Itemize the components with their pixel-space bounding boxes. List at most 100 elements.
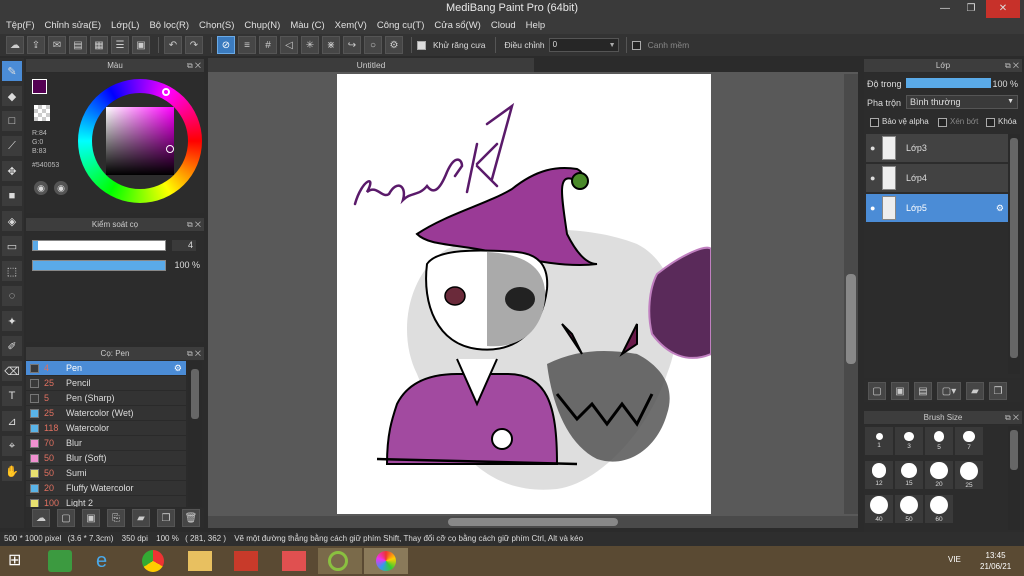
hue-handle[interactable] [162, 88, 170, 96]
brush-item-pen[interactable]: 4 Pen ⚙ [26, 361, 186, 376]
grid-icon[interactable]: ▣ [132, 36, 150, 54]
layer-opacity-slider[interactable] [906, 78, 991, 88]
brush-item-blur[interactable]: 70 Blur [26, 436, 186, 451]
brush-item-pen-sharp[interactable]: 5 Pen (Sharp) [26, 391, 186, 406]
brush-list-scrollbar[interactable] [188, 361, 202, 507]
folder-icon[interactable]: ▰ [132, 509, 150, 527]
radial-line-icon[interactable]: ⋇ [322, 36, 340, 54]
trash-icon[interactable]: 🗑 [182, 509, 200, 527]
document-tab[interactable]: Untitled [208, 58, 534, 72]
panel-close-icon[interactable]: ⧉ ✕ [187, 347, 201, 360]
new-halftone-layer-icon[interactable]: ▣ [891, 382, 909, 400]
language-indicator[interactable]: VIE [948, 555, 961, 564]
curve-snap-icon[interactable]: ↪ [343, 36, 361, 54]
visibility-icon[interactable]: ● [870, 173, 875, 183]
menu-cloud[interactable]: Cloud [489, 18, 524, 34]
brush-size-option[interactable]: 3 [895, 427, 923, 455]
brush-item-pencil[interactable]: 25 Pencil [26, 376, 186, 391]
ie-icon[interactable]: e [96, 550, 120, 572]
menu-color[interactable]: Màu (C) [288, 18, 332, 34]
lasso-icon[interactable]: ◌ [2, 286, 22, 306]
clock[interactable]: 13:45 21/06/21 [980, 550, 1011, 572]
redo-icon[interactable]: ↷ [185, 36, 203, 54]
scroll-thumb[interactable] [846, 274, 856, 364]
brush-size-option[interactable]: 15 [895, 461, 923, 489]
brush-item-blur-soft[interactable]: 50 Blur (Soft) [26, 451, 186, 466]
menu-file[interactable]: Tệp(F) [4, 18, 43, 34]
app-icon-grid[interactable] [282, 551, 306, 571]
gradient-tool-icon[interactable]: ▭ [2, 236, 22, 256]
brush-tool-icon[interactable]: ✎ [2, 61, 22, 81]
add-layer-menu-icon[interactable]: ▢▾ [937, 382, 961, 400]
primary-color-swatch[interactable] [32, 79, 47, 94]
bucket-tool-icon[interactable]: ◈ [2, 211, 22, 231]
menu-edit[interactable]: Chỉnh sửa(E) [43, 18, 110, 34]
brush-item-watercolor-wet[interactable]: 25 Watercolor (Wet) [26, 406, 186, 421]
layer-item-lop3[interactable]: ● Lớp3 [866, 134, 1008, 162]
transparent-swatch[interactable] [34, 105, 50, 121]
close-button[interactable]: ✕ [986, 0, 1020, 18]
brush-size-scrollbar[interactable] [1008, 426, 1020, 530]
scroll-thumb[interactable] [1010, 138, 1018, 358]
medibang-taskbar-icon[interactable] [364, 548, 408, 574]
duplicate-icon[interactable]: ❐ [157, 509, 175, 527]
brush-size-slider[interactable] [32, 240, 166, 251]
brush-size-option[interactable]: 25 [955, 461, 983, 489]
brush-size-option[interactable]: 12 [865, 461, 893, 489]
hue-wheel[interactable] [78, 79, 202, 203]
new-layer-icon[interactable]: ▢ [868, 382, 886, 400]
menu-filter[interactable]: Bộ lọc(R) [147, 18, 197, 34]
palette-add-icon[interactable]: ◉ [54, 181, 68, 195]
select-eraser-icon[interactable]: ⌫ [2, 361, 22, 381]
clipping-checkbox[interactable] [938, 118, 947, 127]
brush-item-fluffy-watercolor[interactable]: 20 Fluffy Watercolor [26, 481, 186, 496]
eyedropper-icon[interactable]: ⌖ [2, 436, 22, 456]
eraser-tool-icon[interactable]: ◆ [2, 86, 22, 106]
layer-item-lop4[interactable]: ● Lớp4 [866, 164, 1008, 192]
palette-icon[interactable]: ◉ [34, 181, 48, 195]
chrome-icon[interactable] [142, 550, 164, 572]
hand-tool-icon[interactable]: ✋ [2, 461, 22, 481]
duplicate-layer-icon[interactable]: ❐ [989, 382, 1007, 400]
canvas-vertical-scrollbar[interactable] [844, 74, 858, 514]
panel-close-icon[interactable]: ⧉ ✕ [187, 218, 201, 231]
scroll-thumb[interactable] [1010, 430, 1018, 470]
brush-size-option[interactable]: 1 [865, 427, 893, 455]
brush-size-option[interactable]: 50 [895, 495, 923, 523]
crosshatch-snap-icon[interactable]: # [259, 36, 277, 54]
protect-alpha-checkbox[interactable] [870, 118, 879, 127]
brush-item-sumi[interactable]: 50 Sumi [26, 466, 186, 481]
select-pen-icon[interactable]: ✐ [2, 336, 22, 356]
visibility-icon[interactable]: ● [870, 143, 875, 153]
app-icon-red[interactable] [234, 551, 258, 571]
folder-icon[interactable]: ▰ [966, 382, 984, 400]
panel-close-icon[interactable]: ⧉ ✕ [187, 59, 201, 72]
app-icon-bluestacks[interactable] [48, 550, 72, 572]
brush-size-option[interactable]: 5 [925, 427, 953, 455]
restore-button[interactable]: ❐ [958, 0, 984, 18]
antialias-checkbox[interactable] [417, 40, 426, 50]
saturation-handle[interactable] [166, 145, 174, 153]
brush-size-option[interactable]: 40 [865, 495, 893, 523]
copy-brush-icon[interactable]: ⎘ [107, 509, 125, 527]
minimize-button[interactable]: — [932, 0, 958, 18]
panel-close-icon[interactable]: ⧉ ✕ [1005, 59, 1019, 72]
app-icon-green[interactable] [318, 548, 362, 574]
gear-icon[interactable]: ⚙ [996, 203, 1004, 214]
scroll-thumb[interactable] [448, 518, 618, 526]
brush-size-option[interactable]: 60 [925, 495, 953, 523]
menu-window[interactable]: Cửa sổ(W) [432, 18, 488, 34]
text-tool-icon[interactable]: T [2, 386, 22, 406]
gear-icon[interactable]: ⚙ [385, 36, 403, 54]
brush-size-option[interactable]: 20 [925, 461, 953, 489]
brush-size-option[interactable]: 7 [955, 427, 983, 455]
comment-icon[interactable]: ✉ [48, 36, 66, 54]
visibility-icon[interactable]: ● [870, 203, 875, 213]
page-icon[interactable]: ▦ [90, 36, 108, 54]
cloud-icon[interactable]: ☁ [6, 36, 24, 54]
move-tool-icon[interactable]: ✥ [2, 161, 22, 181]
dot-tool-icon[interactable]: □ [2, 111, 22, 131]
menu-tools[interactable]: Công cụ(T) [375, 18, 433, 34]
divide-tool-icon[interactable]: ⊿ [2, 411, 22, 431]
canh-mem-checkbox[interactable] [631, 40, 641, 50]
